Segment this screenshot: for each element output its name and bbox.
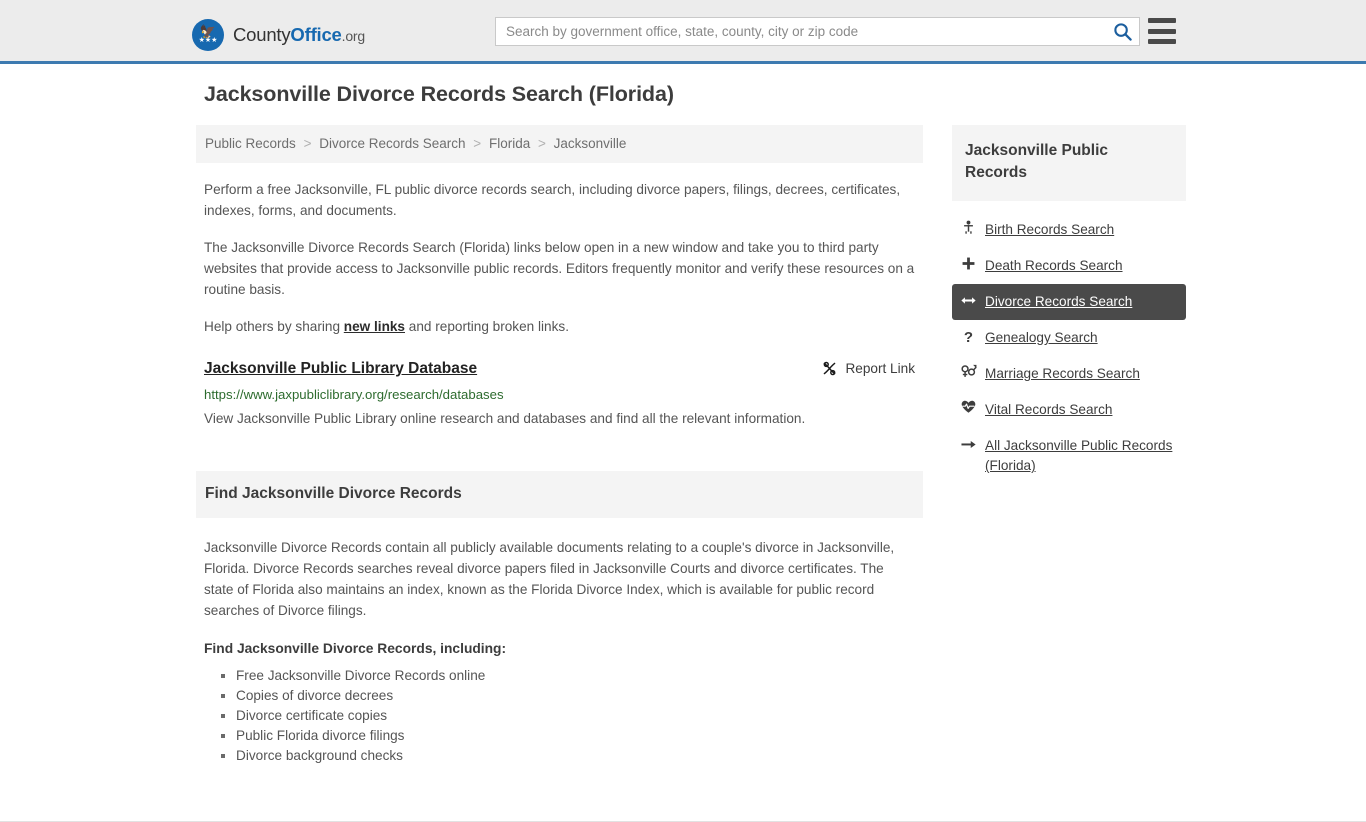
county-office-emblem-icon: 🦅 ★★★ [192, 19, 224, 51]
hamburger-bar-2 [1148, 28, 1176, 34]
breadcrumb: Public Records > Divorce Records Search … [196, 125, 923, 163]
broken-link-icon [824, 361, 836, 376]
search-bar[interactable] [495, 17, 1140, 46]
main-column: Public Records > Divorce Records Search … [196, 125, 923, 766]
report-link-button[interactable]: Report Link [821, 359, 915, 377]
sidebar-item-label: Vital Records Search [985, 402, 1113, 417]
sidebar-item-divorce-records[interactable]: Divorce Records Search [952, 284, 1186, 320]
baby-icon [961, 220, 976, 240]
list-item: Public Florida divorce filings [221, 726, 915, 746]
eagle-icon: 🦅 [199, 24, 217, 39]
section-subheading: Find Jacksonville Divorce Records, inclu… [204, 641, 507, 656]
result-url-link[interactable]: https://www.jaxpubliclibrary.org/researc… [204, 386, 915, 404]
sidebar-item-vital-records[interactable]: Vital Records Search [952, 392, 1186, 428]
intro-paragraph-2: The Jacksonville Divorce Records Search … [204, 240, 915, 297]
content-area: Jacksonville Divorce Records Search (Flo… [196, 82, 1186, 766]
heartbeat-icon [961, 400, 976, 420]
section-body: Jacksonville Divorce Records contain all… [196, 537, 923, 766]
list-item: Divorce certificate copies [221, 706, 915, 726]
result-description: View Jacksonville Public Library online … [204, 411, 806, 426]
list-item: Divorce background checks [221, 746, 915, 766]
breadcrumb-item-divorce-records-search[interactable]: Divorce Records Search [319, 136, 465, 151]
sidebar: Jacksonville Public Records Birth Record… [952, 125, 1186, 484]
breadcrumb-separator: > [473, 136, 482, 151]
result-item: Jacksonville Public Library Database Rep… [196, 359, 923, 429]
list-item: Free Jacksonville Divorce Records online [221, 666, 915, 686]
sidebar-item-label: Death Records Search [985, 258, 1123, 273]
brand-county-text: County [233, 24, 291, 45]
breadcrumb-item-public-records[interactable]: Public Records [205, 136, 296, 151]
split-arrow-icon [961, 292, 976, 312]
search-icon [1113, 23, 1132, 41]
share-text-after: and reporting broken links. [405, 319, 569, 334]
result-title-link[interactable]: Jacksonville Public Library Database [204, 359, 477, 379]
brand-wordmark: CountyOffice.org [233, 24, 365, 46]
hamburger-bar-3 [1148, 39, 1176, 44]
breadcrumb-item-jacksonville[interactable]: Jacksonville [554, 136, 627, 151]
section-heading: Find Jacksonville Divorce Records [205, 485, 462, 502]
intro-paragraph-1: Perform a free Jacksonville, FL public d… [204, 182, 901, 218]
stars-icon: ★★★ [198, 37, 218, 44]
sidebar-item-death-records[interactable]: Death Records Search [952, 248, 1186, 284]
breadcrumb-separator: > [537, 136, 546, 151]
hamburger-menu-button[interactable] [1148, 18, 1176, 44]
arrow-right-icon [961, 436, 976, 456]
sidebar-item-label: All Jacksonville Public Records (Florida… [985, 438, 1173, 473]
sidebar-item-label: Genealogy Search [985, 330, 1098, 345]
page-title: Jacksonville Divorce Records Search (Flo… [204, 82, 674, 106]
new-links-link[interactable]: new links [344, 319, 405, 334]
sidebar-item-label: Birth Records Search [985, 222, 1115, 237]
search-button[interactable] [1105, 18, 1139, 45]
cross-icon [961, 256, 976, 276]
site-header: 🦅 ★★★ CountyOffice.org [0, 0, 1366, 64]
question-icon: ? [963, 329, 974, 346]
hamburger-bar-1 [1148, 18, 1176, 23]
sidebar-item-label: Marriage Records Search [985, 366, 1140, 381]
breadcrumb-item-florida[interactable]: Florida [489, 136, 530, 151]
search-input[interactable] [496, 18, 1105, 45]
sidebar-links: Birth Records Search Death Records Searc… [952, 212, 1186, 484]
sidebar-header: Jacksonville Public Records [952, 125, 1186, 201]
sidebar-item-label: Divorce Records Search [985, 294, 1133, 309]
brand-tld-text: .org [341, 28, 366, 44]
section-paragraph: Jacksonville Divorce Records contain all… [204, 540, 895, 618]
divorce-records-list: Free Jacksonville Divorce Records online… [204, 666, 915, 766]
share-text-before: Help others by sharing [204, 319, 344, 334]
sidebar-item-genealogy[interactable]: ? Genealogy Search [952, 320, 1186, 356]
content-columns: Public Records > Divorce Records Search … [196, 125, 1186, 766]
breadcrumb-separator: > [303, 136, 312, 151]
venus-mars-icon [961, 364, 977, 384]
report-link-label: Report Link [845, 361, 915, 376]
section-header-bar: Find Jacksonville Divorce Records [196, 471, 923, 518]
result-header-row: Jacksonville Public Library Database Rep… [204, 359, 915, 379]
sidebar-item-marriage-records[interactable]: Marriage Records Search [952, 356, 1186, 392]
site-logo[interactable]: 🦅 ★★★ CountyOffice.org [192, 19, 365, 51]
list-item: Copies of divorce decrees [221, 686, 915, 706]
sidebar-item-all-public-records[interactable]: All Jacksonville Public Records (Florida… [952, 428, 1186, 484]
intro-paragraph-3: Help others by sharing new links and rep… [196, 316, 923, 337]
sidebar-item-birth-records[interactable]: Birth Records Search [952, 212, 1186, 248]
sidebar-heading: Jacksonville Public Records [965, 142, 1109, 181]
brand-office-text: Office [290, 24, 342, 45]
